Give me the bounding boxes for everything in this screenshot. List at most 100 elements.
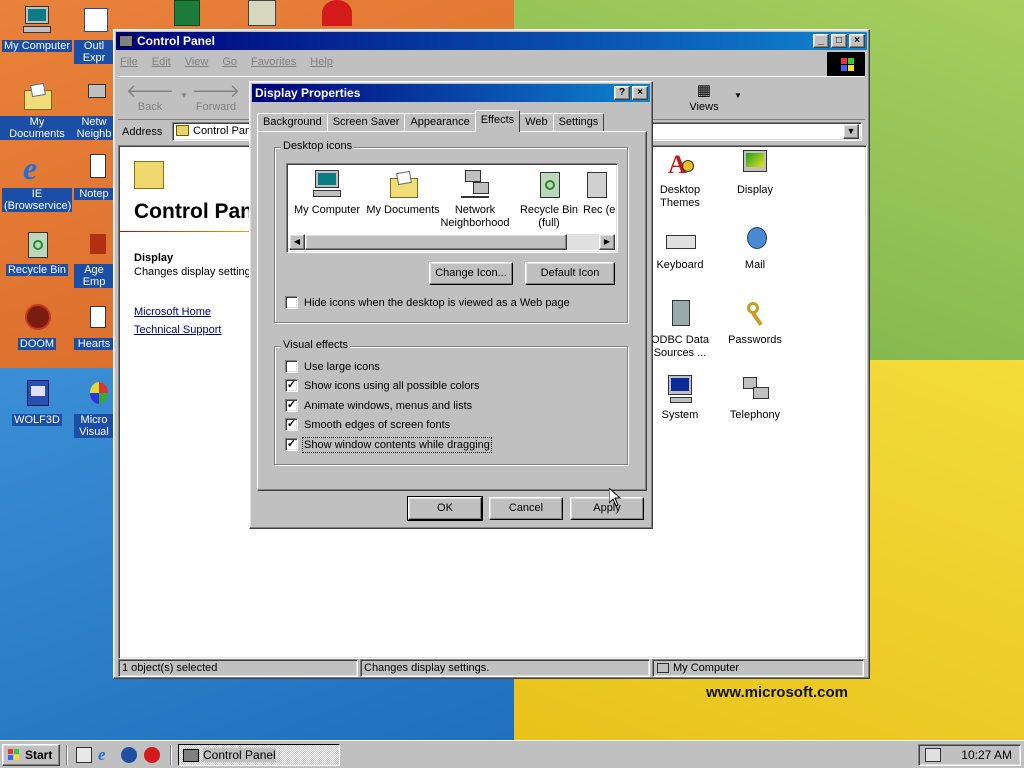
tab-screen-saver[interactable]: Screen Saver [326,113,406,132]
desktop-icon-label: My Computer [1,40,73,52]
opera-icon[interactable] [322,0,352,26]
microsoft-home-link[interactable]: Microsoft Home [134,306,211,318]
minimize-button[interactable]: _ [813,34,829,48]
desktop-icon-visual-studio[interactable]: Micro Visual [74,378,114,438]
selected-item-description: Changes display settings. [134,266,260,278]
views-button[interactable]: ▦ Views [674,81,734,113]
icon-display[interactable]: Display [717,148,793,197]
all-colors-checkbox[interactable]: ✓ Show icons using all possible colors [285,379,479,392]
technical-support-link[interactable]: Technical Support [134,324,221,336]
desktop-icon-outlook-express[interactable]: Outl Expr [74,4,114,64]
use-large-icons-checkbox[interactable]: Use large icons [285,360,380,373]
icon-keyboard[interactable]: Keyboard [642,223,718,272]
default-icon-button[interactable]: Default Icon [525,262,615,285]
folder-icon [21,80,53,112]
scroll-thumb[interactable] [305,234,567,250]
hide-icons-checkbox[interactable]: Hide icons when the desktop is viewed as… [285,296,570,309]
apply-button[interactable]: Apply [570,497,644,520]
desktop-icon-wolf3d[interactable]: WOLF3D [0,378,75,426]
desktop-icon-recycle-bin[interactable]: Recycle Bin [0,228,75,276]
list-item-my-documents[interactable]: My Documents [363,168,443,217]
excel-icon[interactable] [174,0,200,26]
desktop-icon-my-computer[interactable]: My Computer [0,4,75,52]
visual-effects-group: Visual effects Use large icons ✓ Show ic… [274,339,628,465]
desktop-icon-hearts[interactable]: Hearts [74,302,114,350]
desktop-icon-label: My Documents [0,116,75,140]
tab-background[interactable]: Background [257,113,328,132]
ok-button[interactable]: OK [407,496,483,521]
opera-quicklaunch-icon[interactable] [144,747,160,763]
tab-settings[interactable]: Settings [552,113,605,132]
desktop-icons-list[interactable]: My Computer My Documents Network Neighbo… [286,163,618,253]
checkbox-box[interactable] [285,360,298,373]
tab-web[interactable]: Web [519,113,554,132]
list-item-network-neighborhood[interactable]: Network Neighborhood [435,168,515,230]
menu-go[interactable]: Go [222,56,237,68]
outlook-express-quicklaunch-icon[interactable] [121,747,137,763]
menu-favorites[interactable]: Favorites [251,56,296,68]
tab-effects[interactable]: Effects [474,110,521,132]
desktop-icon-network-neighborhood[interactable]: Netw Neighb [74,80,114,140]
scheduler-icon[interactable] [248,0,276,26]
control-panel-titlebar[interactable]: Control Panel _ □ × [116,32,867,50]
animate-windows-checkbox[interactable]: ✓ Animate windows, menus and lists [285,399,472,412]
list-item-recycle-bin-full[interactable]: Recycle Bin (full) [509,168,589,230]
desktop-icon-label: Micro Visual [74,414,114,438]
icon-desktop-themes[interactable]: A Desktop Themes [642,148,718,210]
start-button[interactable]: Start [2,744,60,766]
scroll-right-button[interactable]: ▶ [599,234,615,250]
list-item-label: Rec (e [583,204,616,216]
desktop-icon-ie[interactable]: e IE (Browservice) [0,152,75,212]
list-item-recycle-bin-empty[interactable]: Rec (e [583,168,617,217]
close-button[interactable]: × [849,34,865,48]
icon-passwords[interactable]: Passwords [717,298,793,347]
forward-button[interactable]: 🡒 Forward [186,81,246,113]
views-grid-icon: ▦ [696,82,712,99]
wallpaper-url: www.microsoft.com [706,684,848,701]
icon-odbc[interactable]: ODBC Data Sources ... [642,298,718,360]
mail-icon [739,223,771,255]
checkbox-box-checked[interactable]: ✓ [285,438,298,451]
desktop-icon-notepad[interactable]: Notep [74,152,114,200]
dialog-titlebar[interactable]: Display Properties ? × [252,84,650,102]
menu-edit[interactable]: Edit [152,56,171,68]
drag-contents-checkbox[interactable]: ✓ Show window contents while dragging [285,436,492,453]
doom-icon [21,302,53,334]
help-button[interactable]: ? [614,86,630,100]
taskbar-control-panel-button[interactable]: Control Panel [178,744,340,766]
menu-file[interactable]: File [120,56,138,68]
desktop-icon-doom[interactable]: DOOM [0,302,75,350]
dialog-close-button[interactable]: × [632,86,648,100]
menu-view[interactable]: View [185,56,209,68]
internet-explorer-quicklaunch-icon[interactable]: e [98,746,114,763]
checkbox-box-checked[interactable]: ✓ [285,379,298,392]
icon-system[interactable]: System [642,373,718,422]
views-label: Views [689,101,719,113]
forward-label: Forward [195,101,237,113]
views-dropdown-icon[interactable]: ▼ [734,91,742,100]
icon-label: Mail [744,259,766,271]
maximize-button[interactable]: □ [831,34,847,48]
address-dropdown-button[interactable]: ▼ [843,124,859,139]
smooth-fonts-checkbox[interactable]: ✓ Smooth edges of screen fonts [285,418,450,431]
icon-telephony[interactable]: Telephony [717,373,793,422]
clock[interactable]: 10:27 AM [961,748,1012,762]
tab-appearance[interactable]: Appearance [404,113,476,132]
checkbox-box-checked[interactable]: ✓ [285,418,298,431]
list-item-my-computer[interactable]: My Computer [287,168,367,217]
desktop-icon-age-of-empires[interactable]: Age Emp [74,228,114,288]
keyboard-icon [664,223,696,255]
desktop-icon-my-documents[interactable]: My Documents [0,80,75,140]
menu-help[interactable]: Help [310,56,333,68]
tray-settings-icon[interactable] [925,748,941,762]
icon-mail[interactable]: Mail [717,223,793,272]
menu-bar: File Edit View Go Favorites Help [114,52,869,72]
icon-list-scrollbar[interactable]: ◀ ▶ [289,234,615,250]
scroll-left-button[interactable]: ◀ [289,234,305,250]
hide-icons-checkbox-box[interactable] [285,296,298,309]
checkbox-box-checked[interactable]: ✓ [285,399,298,412]
show-desktop-icon[interactable] [76,747,92,763]
back-button[interactable]: 🡐 Back [120,81,180,113]
change-icon-button[interactable]: Change Icon... [429,262,513,285]
cancel-button[interactable]: Cancel [489,497,563,520]
